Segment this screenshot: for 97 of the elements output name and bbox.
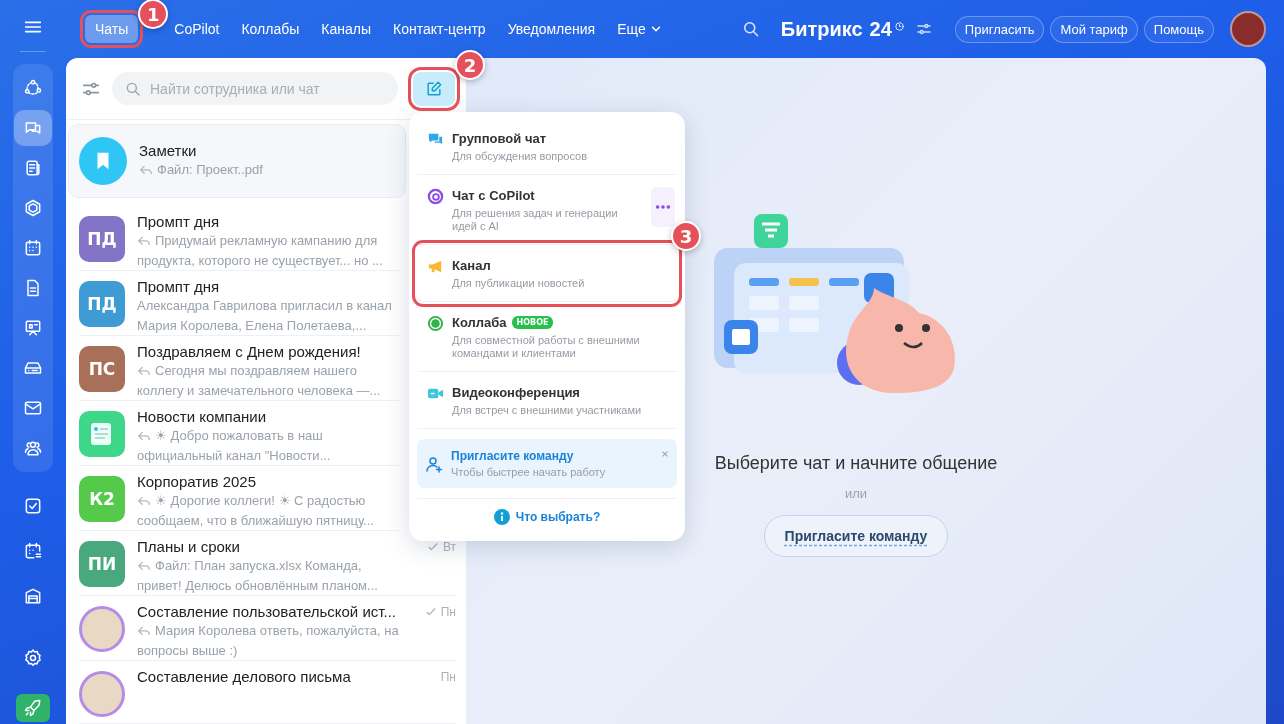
swirl-icon (427, 188, 444, 205)
chat-title: Заметки (139, 142, 197, 160)
chat-item[interactable]: К2 Корпоратив 2025 ☀ Дорогие коллеги! ☀ С радостью сообщаем, что в ближайшую пятницу... (66, 466, 409, 532)
invite-team-button[interactable]: Пригласите команду (763, 515, 949, 557)
separator-text: или (844, 486, 868, 501)
nav-tab[interactable]: Уведомления (497, 15, 606, 43)
settings-icon (23, 648, 43, 668)
nav-tab[interactable]: Еще (607, 15, 672, 43)
step-number-badge: 2 (455, 50, 485, 80)
sidebar-button[interactable] (14, 110, 52, 146)
chat-title: Корпоратив 2025 (137, 473, 256, 491)
message-preview: Файл: Проект..pdf (139, 160, 403, 181)
info-icon (493, 509, 510, 525)
chat-time: Вт (442, 539, 456, 554)
calendar-icon (23, 238, 43, 258)
chat-item[interactable]: ПС Поздравляем с Днем рождения! Сегодня мы поздравляем нашего коллегу и замечательного человека —... (66, 336, 409, 402)
message-preview: Файл: План запуска.xlsx Команда, привет! Делюсь обновлённым планом... (137, 557, 379, 596)
step-number-badge: 3 (671, 221, 701, 251)
sidebar-button[interactable] (16, 694, 50, 722)
chat-avatar: ПИ (79, 541, 125, 588)
chat-avatar: ПС (79, 346, 125, 393)
message-preview: ☀ Добро пожаловать в наш официальный канал "Новости... (137, 427, 332, 466)
chat-title: Промпт дня (137, 278, 220, 296)
store-icon (23, 586, 43, 606)
menu-item-description: Для публикации новостей (452, 277, 586, 290)
chat-title: Составление делового письма (137, 668, 351, 686)
chat-title: Промпт дня (137, 213, 220, 231)
logo-text: Битрикс (780, 17, 863, 41)
chat-avatar: ПД (79, 281, 125, 328)
invite-description: Чтобы быстрее начать работу (451, 466, 606, 478)
people-icon (23, 438, 43, 458)
add-person-icon (425, 455, 443, 473)
header-button[interactable]: Помощь (1143, 15, 1214, 43)
more-dots-icon (655, 204, 671, 210)
ring-dot-icon (427, 315, 444, 332)
message-preview: Сегодня мы поздравляем нашего коллегу и замечательного человека —... (137, 362, 382, 401)
pinned-chat-item[interactable]: Заметки Файл: Проект..pdf (68, 124, 406, 199)
nav-tab[interactable]: Контакт-центр (383, 15, 496, 43)
chat-title: Составление пользовательской ист... (137, 603, 396, 621)
menu-item-title: Канал (452, 258, 491, 273)
chat-title: Новости компании (137, 408, 267, 426)
help-link[interactable]: Что выбрать? (493, 509, 601, 525)
menu-item-description: Для встреч с внешними участниками (452, 404, 642, 417)
menu-item[interactable]: Групповой чат Для обсуждения вопросов (417, 118, 677, 175)
empty-state-title: Выберите чат и начните общение (714, 453, 998, 474)
message-preview: Мария Королева ответь, пожалуйста, на вопросы выше :) (137, 622, 400, 661)
step-number-badge: 1 (138, 0, 169, 29)
invite-card[interactable]: Пригласите команду Чтобы быстрее начать работу (417, 439, 677, 488)
menu-item[interactable]: Коллаба НОВОЕ Для совместной работы с внешними командами и клиентами (417, 302, 677, 372)
more-button[interactable] (651, 187, 675, 227)
user-avatar[interactable] (1230, 11, 1266, 47)
message-preview: Александра Гаврилова пригласил в канал Мария Королева, Елена Полетаева,... (137, 297, 393, 336)
close-icon (661, 450, 669, 458)
chat-item[interactable]: ПД Промпт дня Придумай рекламную кампанию для продукта, которого не существует... но ... (66, 206, 409, 272)
menu-item[interactable]: Чат с CoPilot Для решения задач и генерации идей с AI (417, 175, 677, 245)
menu-item[interactable]: Видеоконференция Для встреч с внешними участниками (417, 372, 677, 429)
chat-item[interactable]: Составление пользовательской ист... Пн Мария Королева ответь, пожалуйста, на вопросы выше :) (66, 596, 466, 662)
chat-title: Планы и сроки (137, 538, 240, 556)
message-preview: ☀ Дорогие коллеги! ☀ С радостью сообщаем, что в ближайшую пятницу... (137, 492, 375, 531)
mail-icon (23, 398, 43, 418)
logo-number: 24 (869, 17, 892, 41)
invite-title: Пригласите команду (451, 449, 575, 463)
menu-item-description: Для решения задач и генерации идей с AI (452, 207, 619, 233)
chat-time: Пн (440, 669, 456, 684)
menu-item-title: Видеоконференция (452, 385, 580, 400)
checkbox-icon (23, 496, 43, 516)
chat-item[interactable]: Новости компании ☀ Добро пожаловать в наш официальный канал "Новости... (66, 401, 409, 467)
chat-item[interactable]: ПИ Планы и сроки Вт Файл: План запуска.xlsx Команда, привет! Делюсь обновлённым планом... (66, 531, 466, 597)
menu-item-title: Групповой чат (452, 131, 547, 146)
nav-tab[interactable]: Коллабы (231, 15, 310, 43)
search-icon (124, 80, 142, 98)
menu-item[interactable]: Канал Для публикации новостей (417, 245, 677, 302)
chat-time: Пн (440, 604, 456, 619)
hexagon-icon (23, 198, 43, 218)
calendar-list-icon (23, 541, 43, 561)
newspaper-icon (23, 158, 43, 178)
chat-item[interactable]: ПД Промпт дня Александра Гаврилова пригласил в канал Мария Королева, Елена Полетаева,... (66, 271, 409, 337)
chat-title: Поздравляем с Днем рождения! (137, 343, 361, 361)
menu-item-title: Коллаба (452, 315, 507, 330)
clock-icon (893, 20, 905, 32)
search-field[interactable]: Найти сотрудника или чат (112, 72, 398, 105)
message-preview: Придумай рекламную кампанию для продукта, которого не существует... но ... (137, 232, 384, 271)
new-badge: НОВОЕ (511, 316, 554, 329)
rocket-icon (23, 698, 43, 718)
chat-item[interactable]: Составление делового письма Пн (66, 661, 466, 724)
chat-avatar: ПД (79, 216, 125, 263)
presentation-icon (23, 318, 43, 338)
menu-item-title: Чат с CoPilot (452, 188, 535, 203)
edit-icon (424, 79, 444, 99)
chat-avatar: К2 (79, 476, 125, 523)
megaphone-icon (427, 258, 444, 275)
nav-tab[interactable]: Каналы (311, 15, 381, 43)
header-button[interactable]: Мой тариф (1050, 15, 1138, 43)
header-button[interactable]: Пригласить (954, 15, 1045, 43)
menu-item-description: Для обсуждения вопросов (452, 150, 589, 163)
circle-dots-icon (23, 78, 43, 98)
menu-item-description: Для совместной работы с внешними командами и клиентами (452, 334, 641, 360)
